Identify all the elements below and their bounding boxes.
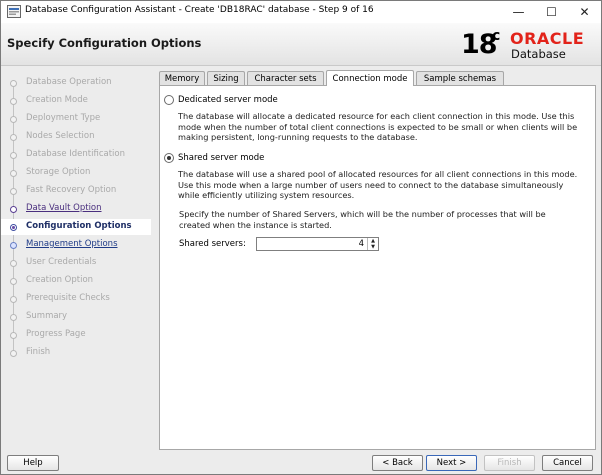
shared-server-description: The database will use a shared pool of a… <box>178 169 578 200</box>
help-button[interactable]: Help <box>7 455 59 471</box>
shared-server-radio[interactable] <box>164 153 174 163</box>
step-label[interactable]: Creation Mode <box>26 95 88 105</box>
page-title: Specify Configuration Options <box>7 36 202 50</box>
tab-sample-schemas[interactable]: Sample schemas <box>416 71 504 86</box>
step-summary: Summary <box>1 309 151 325</box>
step-configuration-options: Configuration Options <box>1 219 151 235</box>
dedicated-server-option[interactable]: Dedicated server mode <box>164 94 278 106</box>
step-indicator-icon <box>10 242 17 249</box>
step-database-identification[interactable]: Database Identification <box>1 147 151 163</box>
step-label: User Credentials <box>26 257 97 267</box>
dedicated-server-label[interactable]: Dedicated server mode <box>178 95 278 105</box>
finish-button: Finish <box>484 455 535 471</box>
step-indicator-icon <box>10 170 17 177</box>
step-label: Creation Option <box>26 275 94 285</box>
step-label[interactable]: Database Identification <box>26 149 125 159</box>
step-database-operation[interactable]: Database Operation <box>1 75 151 91</box>
step-label: Progress Page <box>26 329 86 339</box>
shared-servers-value[interactable]: 4 <box>359 239 364 249</box>
spinner-buttons: ▲ ▼ <box>367 238 378 250</box>
step-user-credentials: User Credentials <box>1 255 151 271</box>
step-indicator-icon <box>10 116 17 123</box>
step-indicator-icon <box>10 206 17 213</box>
dedicated-server-description: The database will allocate a dedicated r… <box>178 111 578 142</box>
next-button[interactable]: Next > <box>426 455 477 471</box>
step-label[interactable]: Management Options <box>26 239 118 249</box>
title-bar: Database Configuration Assistant - Creat… <box>1 1 601 23</box>
oracle-logo: 18 c ORACLE Database <box>461 27 599 63</box>
step-indicator-icon <box>10 350 17 357</box>
step-indicator-icon <box>10 80 17 87</box>
steps-navigator: Database Operation Creation Mode Deploymen… <box>1 73 151 368</box>
cancel-button[interactable]: Cancel <box>542 455 593 471</box>
back-button[interactable]: < Back <box>372 455 423 471</box>
step-label: Summary <box>26 311 68 321</box>
step-label: Prerequisite Checks <box>26 293 110 303</box>
step-deployment-type[interactable]: Deployment Type <box>1 111 151 127</box>
step-data-vault-option[interactable]: Data Vault Option <box>1 201 151 217</box>
step-label[interactable]: Database Operation <box>26 77 112 87</box>
step-indicator-icon <box>10 188 17 195</box>
step-management-options[interactable]: Management Options <box>1 237 151 253</box>
step-indicator-icon <box>10 98 17 105</box>
maximize-button[interactable]: ☐ <box>535 1 568 23</box>
step-creation-mode[interactable]: Creation Mode <box>1 93 151 109</box>
step-creation-option: Creation Option <box>1 273 151 289</box>
shared-servers-note: Specify the number of Shared Servers, wh… <box>179 209 546 230</box>
shared-servers-spinner[interactable]: 4 ▲ ▼ <box>256 237 379 251</box>
spinner-down-icon[interactable]: ▼ <box>368 244 378 250</box>
step-label[interactable]: Deployment Type <box>26 113 100 123</box>
step-progress-page: Progress Page <box>1 327 151 343</box>
tab-connection-mode[interactable]: Connection mode <box>326 70 414 86</box>
step-label[interactable]: Fast Recovery Option <box>26 185 116 195</box>
close-button[interactable]: ✕ <box>568 1 601 23</box>
tab-character-sets[interactable]: Character sets <box>247 71 324 86</box>
tab-memory[interactable]: Memory <box>159 71 205 86</box>
shared-server-label[interactable]: Shared server mode <box>178 153 264 163</box>
step-indicator-icon <box>10 296 17 303</box>
step-indicator-icon <box>10 332 17 339</box>
step-indicator-icon <box>10 134 17 141</box>
step-label[interactable]: Storage Option <box>26 167 90 177</box>
tab-sizing[interactable]: Sizing <box>207 71 245 86</box>
app-icon <box>7 5 21 18</box>
step-finish: Finish <box>1 345 151 361</box>
window-title: Database Configuration Assistant - Creat… <box>25 5 374 15</box>
step-label[interactable]: Data Vault Option <box>26 203 102 213</box>
step-label: Configuration Options <box>26 221 132 231</box>
step-nodes-selection[interactable]: Nodes Selection <box>1 129 151 145</box>
step-indicator-icon <box>10 278 17 285</box>
step-indicator-icon <box>10 152 17 159</box>
oracle-brand: ORACLE <box>510 29 585 48</box>
step-indicator-icon <box>10 260 17 267</box>
step-storage-option[interactable]: Storage Option <box>1 165 151 181</box>
shared-server-option[interactable]: Shared server mode <box>164 152 264 164</box>
dbca-window: Database Configuration Assistant - Creat… <box>0 0 602 475</box>
page-header: Specify Configuration Options 18 c ORACL… <box>1 23 601 66</box>
step-prerequisite-checks: Prerequisite Checks <box>1 291 151 307</box>
shared-servers-label: Shared servers: <box>179 239 246 249</box>
connection-mode-panel: Dedicated server mode The database will … <box>159 85 596 450</box>
step-indicator-icon <box>10 314 17 321</box>
step-indicator-icon <box>10 224 17 231</box>
product-name: Database <box>511 47 566 61</box>
minimize-button[interactable]: — <box>502 1 535 23</box>
step-label[interactable]: Nodes Selection <box>26 131 95 141</box>
version-superscript: c <box>492 28 501 44</box>
step-label: Finish <box>26 347 51 357</box>
options-tabs: Memory Sizing Character sets Connection … <box>159 70 599 86</box>
step-fast-recovery-option[interactable]: Fast Recovery Option <box>1 183 151 199</box>
dedicated-server-radio[interactable] <box>164 95 174 105</box>
